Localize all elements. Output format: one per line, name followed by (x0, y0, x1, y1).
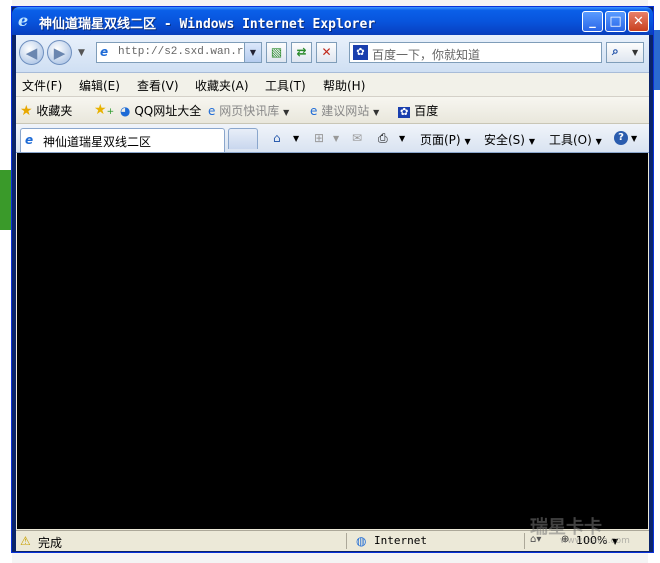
search-icon: ⌕ (612, 44, 619, 58)
home-dropdown-chevron-down-icon[interactable]: ▼ (293, 134, 299, 143)
address-bar[interactable]: e http://s2.sxd.wan.r. ▼ (96, 42, 262, 63)
refresh-icon[interactable]: ⇄ (291, 42, 312, 63)
favorites-label: 收藏夹 (36, 104, 73, 118)
fav-link-suggested-sites[interactable]: e 建议网站 ▼ (310, 102, 379, 119)
menu-help[interactable]: 帮助(H) (323, 77, 365, 94)
globe-icon: ◕ (120, 104, 131, 118)
help-icon[interactable]: ? (614, 131, 628, 145)
status-divider (346, 533, 347, 549)
page-icon: e (100, 45, 109, 59)
fav-link-web-slices[interactable]: e 网页快讯库 ▼ (208, 102, 289, 119)
maximize-button[interactable]: □ (605, 11, 626, 32)
navigation-bar: ◀ ▶ ▼ e http://s2.sxd.wan.r. ▼ ▧ ⇄ ✕ ✿ 百… (16, 35, 649, 73)
address-input[interactable]: http://s2.sxd.wan.r. (118, 46, 250, 58)
print-dropdown-chevron-down-icon[interactable]: ▼ (399, 134, 405, 143)
window-title: 神仙道瑞星双线二区 - Windows Internet Explorer (39, 17, 376, 32)
compatibility-view-button[interactable]: ▧ (266, 42, 287, 63)
help-dropdown-chevron-down-icon[interactable]: ▼ (631, 134, 637, 143)
tab-bar: e 神仙道瑞星双线二区 ⌂ ▼ ⊞ ▼ ✉ ⎙ ▼ 页面(P) ▼ 安全(S) … (16, 124, 649, 153)
favorites-button[interactable]: ★ 收藏夹 (20, 102, 72, 119)
favorites-star-icon: ★ (20, 103, 33, 119)
menu-edit[interactable]: 编辑(E) (79, 77, 120, 94)
print-icon[interactable]: ⎙ (378, 131, 388, 146)
warning-icon: ⚠ (20, 534, 31, 548)
page-content-area[interactable] (17, 153, 648, 529)
back-button[interactable]: ◀ (19, 40, 44, 65)
title-bar[interactable]: e 神仙道瑞星双线二区 - Windows Internet Explorer … (12, 7, 653, 35)
feeds-icon[interactable]: ⊞ (314, 131, 324, 145)
favorites-bar: ★ 收藏夹 ★+ ◕ QQ网址大全 e 网页快讯库 ▼ e 建议网站 ▼ ✿ 百… (16, 97, 649, 124)
page-menu-button[interactable]: 页面(P) ▼ (420, 131, 471, 148)
search-input[interactable]: 百度一下，你就知道 (372, 46, 480, 63)
watermark-url: www.ikaka.com (560, 536, 630, 546)
address-dropdown-chevron-down-icon[interactable]: ▼ (244, 43, 261, 62)
stop-icon[interactable]: ✕ (316, 42, 337, 63)
browser-chrome: ◀ ▶ ▼ e http://s2.sxd.wan.r. ▼ ▧ ⇄ ✕ ✿ 百… (16, 35, 649, 551)
home-icon[interactable]: ⌂ (273, 131, 281, 145)
tab-active[interactable]: e 神仙道瑞星双线二区 (20, 128, 225, 152)
recent-pages-chevron-down-icon[interactable]: ▼ (78, 48, 85, 58)
new-tab-button[interactable] (228, 128, 258, 149)
ie-window: e 神仙道瑞星双线二区 - Windows Internet Explorer … (11, 6, 654, 553)
menu-favorites[interactable]: 收藏夹(A) (195, 77, 249, 94)
ie-page-icon: e (208, 104, 216, 118)
baidu-paw-icon: ✿ (398, 107, 411, 118)
status-text: 完成 (38, 536, 63, 550)
fav-link-qq[interactable]: ◕ QQ网址大全 (120, 102, 201, 119)
feeds-dropdown-chevron-down-icon[interactable]: ▼ (333, 134, 339, 143)
status-divider (524, 533, 525, 549)
safety-menu-button[interactable]: 安全(S) ▼ (484, 131, 535, 148)
fav-link-baidu[interactable]: ✿ 百度 (398, 102, 438, 119)
tab-title: 神仙道瑞星双线二区 (43, 135, 152, 149)
search-options-chevron-down-icon[interactable]: ▼ (632, 48, 638, 57)
forward-button[interactable]: ▶ (47, 40, 72, 65)
tools-menu-button[interactable]: 工具(O) ▼ (549, 131, 602, 148)
ie-logo-icon: e (18, 11, 29, 30)
search-button[interactable]: ⌕ ▼ (606, 42, 644, 63)
menu-file[interactable]: 文件(F) (22, 77, 62, 94)
add-favorite-star-icon[interactable]: ★+ (94, 102, 114, 118)
baidu-paw-icon: ✿ (353, 45, 368, 60)
ie-page-icon: e (25, 133, 34, 147)
menu-bar: 文件(F) 编辑(E) 查看(V) 收藏夹(A) 工具(T) 帮助(H) (16, 73, 649, 97)
close-button[interactable]: ✕ (628, 11, 649, 32)
minimize-button[interactable]: _ (582, 11, 603, 32)
zone-text: Internet (374, 534, 427, 547)
menu-tools[interactable]: 工具(T) (265, 77, 306, 94)
mail-icon[interactable]: ✉ (352, 131, 362, 145)
menu-view[interactable]: 查看(V) (137, 77, 179, 94)
internet-zone-globe-icon: ◍ (356, 534, 367, 548)
search-box[interactable]: ✿ 百度一下，你就知道 (349, 42, 602, 63)
ie-page-icon: e (310, 104, 318, 118)
